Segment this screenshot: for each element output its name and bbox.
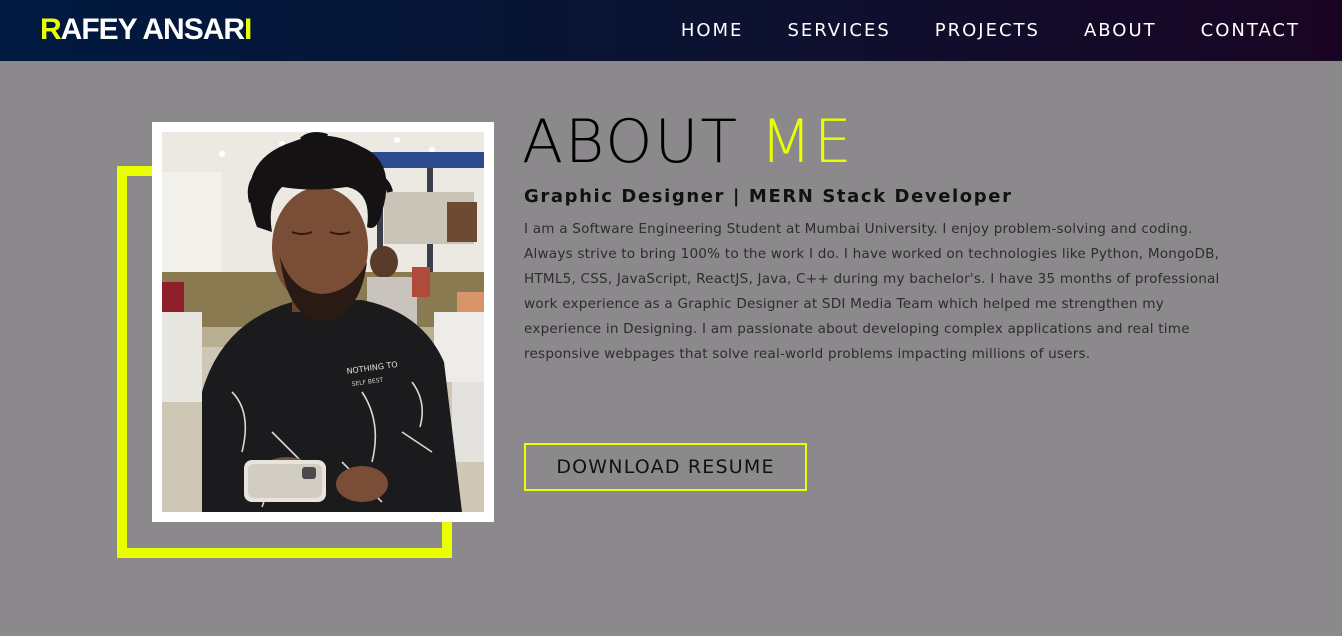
navbar: RAFEY ANSARI HOME SERVICES PROJECTS ABOU… — [0, 0, 1342, 61]
brand-first-letter: R — [40, 13, 62, 46]
about-subtitle: Graphic Designer | MERN Stack Developer — [524, 186, 1013, 207]
about-title-accent: ME — [760, 107, 854, 177]
profile-photo-frame: NOTHING TO SELF BEST — [152, 122, 494, 522]
profile-photo: NOTHING TO SELF BEST — [162, 132, 484, 512]
nav-link-contact[interactable]: CONTACT — [1201, 20, 1300, 41]
nav-link-about[interactable]: ABOUT — [1084, 20, 1157, 41]
nav-links: HOME SERVICES PROJECTS ABOUT CONTACT — [681, 0, 1300, 61]
nav-link-projects[interactable]: PROJECTS — [935, 20, 1040, 41]
brand-last-letter: I — [244, 13, 252, 46]
download-resume-button[interactable]: DOWNLOAD RESUME — [524, 443, 807, 491]
nav-link-services[interactable]: SERVICES — [787, 20, 890, 41]
about-title: ABOUT ME — [522, 107, 854, 177]
about-description: I am a Software Engineering Student at M… — [524, 221, 1220, 362]
brand-logo[interactable]: RAFEY ANSARI — [40, 13, 252, 47]
about-title-main: ABOUT — [522, 107, 740, 177]
brand-middle: AFEY ANSAR — [60, 13, 245, 46]
nav-link-home[interactable]: HOME — [681, 20, 744, 41]
